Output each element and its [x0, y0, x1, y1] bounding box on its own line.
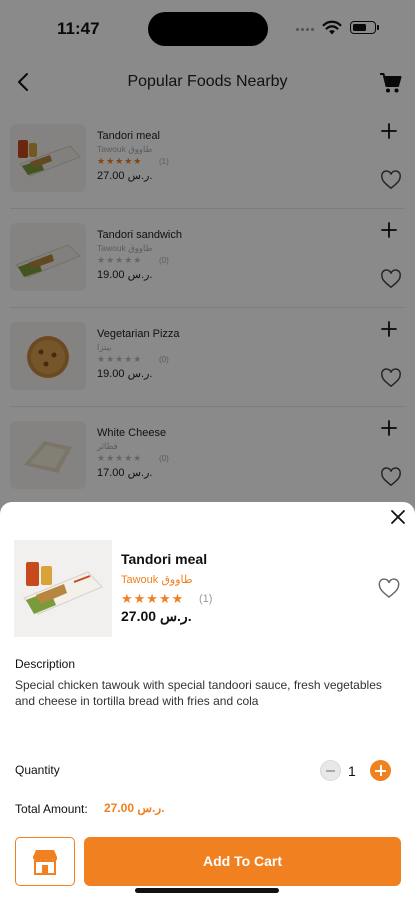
quantity-label: Quantity: [15, 763, 60, 777]
store-icon: [33, 850, 57, 875]
product-image: [14, 540, 112, 637]
product-price: 27.00 ر.س.: [121, 608, 192, 624]
product-subtitle: Tawouk طاووق: [121, 574, 193, 586]
add-to-cart-button[interactable]: Add To Cart: [84, 837, 401, 886]
description-text: Special chicken tawouk with special tand…: [15, 678, 382, 708]
heart-icon[interactable]: [377, 578, 401, 599]
home-indicator: [135, 888, 279, 893]
rating-stars: ★★★★★: [121, 591, 185, 606]
total-value: 27.00 ر.س.: [104, 801, 165, 815]
quantity-value: 1: [348, 763, 356, 779]
description-title: Description: [15, 657, 76, 671]
product-detail-sheet: Tandori meal Tawouk طاووق ★★★★★ (1) 27.0…: [0, 502, 415, 900]
quantity-decrement-button[interactable]: [320, 760, 341, 781]
rating-count: (1): [199, 593, 213, 605]
total-label: Total Amount:: [15, 802, 88, 816]
quantity-increment-button[interactable]: [370, 760, 391, 781]
product-name: Tandori meal: [121, 551, 208, 567]
store-button[interactable]: [15, 837, 75, 886]
close-icon[interactable]: [389, 508, 407, 526]
